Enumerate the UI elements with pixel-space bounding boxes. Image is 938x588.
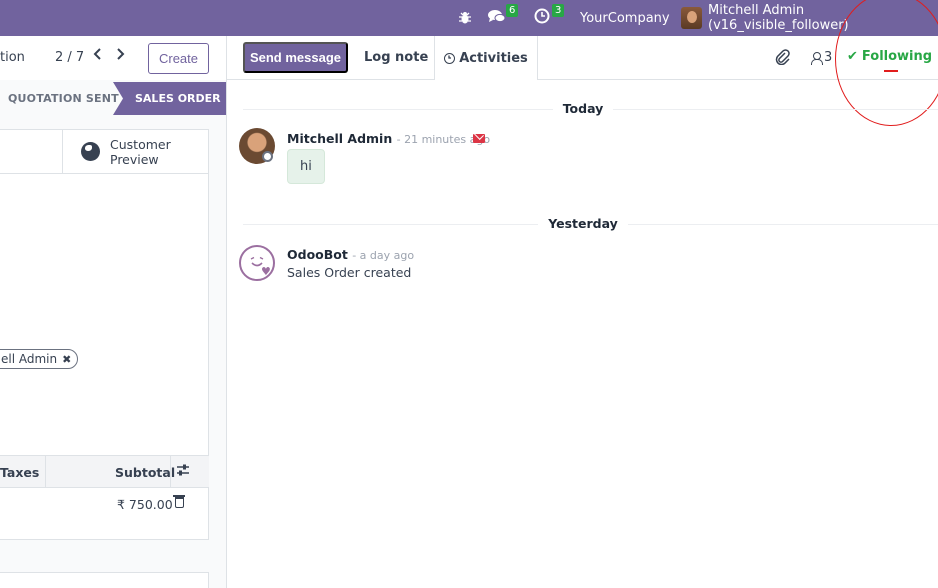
debug-bug-icon[interactable] bbox=[456, 0, 474, 36]
status-sales-order[interactable]: SALES ORDER bbox=[113, 82, 226, 115]
send-message-button[interactable]: Send message bbox=[243, 42, 348, 73]
create-button[interactable]: Create bbox=[148, 43, 209, 74]
chatter-topbar: Send message Log note Activities 3 ✔ Foll… bbox=[227, 36, 938, 80]
heart-icon: ♥ bbox=[261, 265, 271, 278]
log-note-button[interactable]: Log note bbox=[364, 50, 428, 65]
message-time: - a day ago bbox=[352, 249, 415, 262]
table-row[interactable] bbox=[0, 540, 209, 573]
chatter: Send message Log note Activities 3 ✔ Foll… bbox=[226, 0, 938, 588]
envelope-icon bbox=[473, 134, 485, 143]
column-divider bbox=[170, 456, 171, 487]
tag-remove-icon[interactable]: ✖ bbox=[62, 353, 71, 366]
breadcrumb-title[interactable]: tion bbox=[0, 50, 25, 65]
activity-menu[interactable]: 3 bbox=[534, 0, 565, 36]
chat-bubbles-icon bbox=[488, 9, 506, 28]
customer-preview-label: Customer Preview bbox=[110, 137, 171, 167]
clock-icon bbox=[444, 52, 456, 64]
form-view: tion 2 / 7 Create QUOTATION SENT SALES O… bbox=[0, 36, 226, 588]
message-author: Mitchell Admin - 21 minutes ago bbox=[287, 131, 491, 146]
date-label: Yesterday bbox=[227, 216, 938, 231]
globe-icon bbox=[81, 142, 100, 161]
pager-value[interactable]: 2 / 7 bbox=[55, 50, 84, 65]
pager-previous-icon[interactable] bbox=[93, 48, 103, 64]
status-bar: QUOTATION SENT SALES ORDER bbox=[0, 82, 226, 115]
presence-status-icon bbox=[262, 151, 273, 162]
smart-buttons: Customer Preview bbox=[0, 129, 209, 174]
date-label: Today bbox=[227, 101, 938, 116]
tag-label: ell Admin bbox=[1, 352, 58, 366]
optional-columns-icon[interactable] bbox=[176, 464, 190, 480]
message-body: Sales Order created bbox=[287, 265, 412, 280]
company-switcher[interactable]: YourCompany bbox=[580, 0, 670, 36]
column-subtotal[interactable]: Subtotal bbox=[115, 465, 175, 480]
order-lines-header: Taxes Subtotal bbox=[0, 455, 209, 488]
table-row[interactable]: ₹ 750.00 bbox=[0, 488, 209, 540]
activities-button[interactable]: Activities bbox=[434, 36, 538, 80]
chat-counter-badge: 6 bbox=[506, 4, 519, 17]
activities-label: Activities bbox=[459, 50, 528, 66]
customer-preview-button[interactable]: Customer Preview bbox=[62, 130, 209, 173]
form-sheet: Customer Preview ell Admin ✖ Taxes Subto… bbox=[0, 129, 209, 588]
column-divider bbox=[45, 456, 46, 487]
top-navbar: 6 3 YourCompany Mitchell Admin (v16_visi… bbox=[0, 0, 938, 36]
control-panel: tion 2 / 7 Create bbox=[0, 36, 226, 80]
status-quotation-sent[interactable]: QUOTATION SENT bbox=[8, 92, 119, 105]
clock-icon bbox=[534, 8, 550, 28]
messaging-menu[interactable]: 6 bbox=[488, 0, 519, 36]
pager-next-icon[interactable] bbox=[115, 48, 125, 64]
row-subtotal: ₹ 750.00 bbox=[117, 497, 173, 512]
date-separator: Today bbox=[227, 101, 938, 117]
message-author: OdooBot - a day ago bbox=[287, 247, 415, 262]
person-icon bbox=[811, 51, 823, 65]
activity-counter-badge: 3 bbox=[552, 4, 565, 17]
date-separator: Yesterday bbox=[227, 216, 938, 232]
paperclip-icon[interactable] bbox=[775, 49, 790, 69]
followers-button[interactable]: 3 bbox=[811, 50, 832, 65]
column-taxes[interactable]: Taxes bbox=[0, 465, 39, 480]
salesperson-tag: ell Admin ✖ bbox=[0, 349, 79, 369]
message-body: hi bbox=[287, 149, 325, 184]
user-avatar bbox=[681, 7, 703, 29]
trash-icon[interactable] bbox=[173, 495, 185, 508]
follower-count: 3 bbox=[824, 50, 833, 65]
